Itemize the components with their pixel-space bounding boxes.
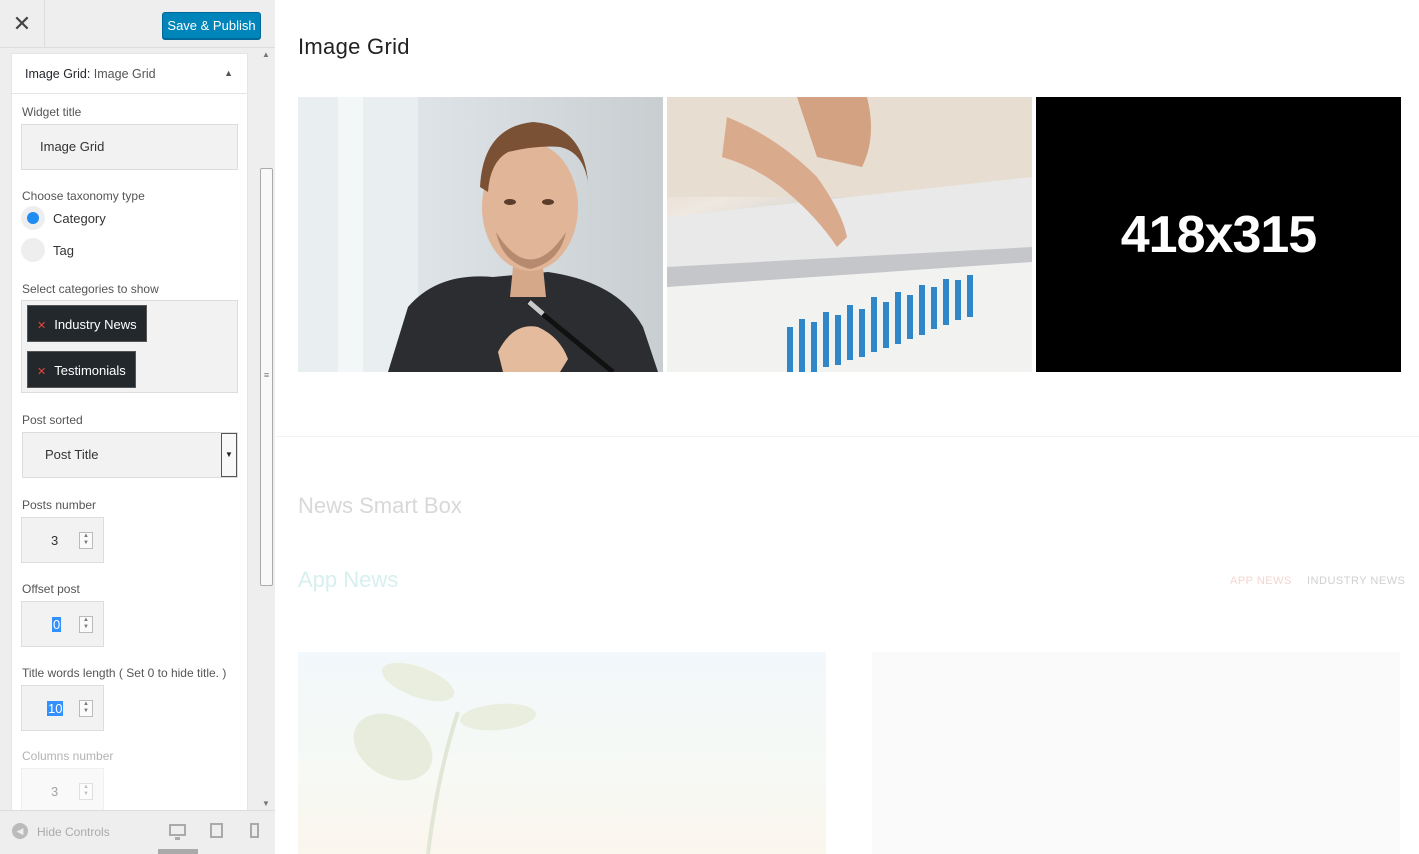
columns-label: Columns number [22,749,114,763]
radio-category-label[interactable]: Category [53,211,106,226]
section-divider [276,436,1419,437]
category-chip: ✕ Testimonials [27,351,136,388]
scroll-down-icon[interactable]: ▼ [262,799,270,808]
grip-icon: ≡ [263,370,270,380]
widget-header[interactable]: Image Grid: Image Grid ▲ [12,54,247,94]
title-words-value: 10 [47,701,64,716]
businessman-illustration [298,97,658,372]
customizer-sidebar: ✕ Save & Publish Image Grid: Image Grid … [0,0,275,854]
number-spinner[interactable]: ▲ ▼ [79,532,93,549]
categories-multiselect[interactable]: ✕ Industry News ✕ Testimonials [21,300,238,393]
title-words-input[interactable]: 10 ▲ ▼ [21,685,104,731]
scroll-up-icon[interactable]: ▲ [262,50,270,59]
save-publish-button[interactable]: Save & Publish [162,12,261,39]
widget-panel: Image Grid: Image Grid ▲ Widget title Im… [11,53,248,810]
app-news-heading: App News [298,567,399,592]
news-image-placeholder[interactable] [872,652,1400,854]
posts-number-value: 3 [51,533,59,548]
number-spinner[interactable]: ▲ ▼ [79,616,93,633]
remove-icon[interactable]: ✕ [37,320,46,332]
hide-controls-label[interactable]: Hide Controls [37,825,110,839]
posts-number-input[interactable]: 3 ▲ ▼ [21,517,104,563]
offset-value: 0 [52,617,62,632]
sort-value: Post Title [45,447,99,462]
grid-image-businessman[interactable] [298,97,663,372]
widget-name-label: Image Grid [90,67,156,81]
collapse-arrow-icon[interactable]: ▲ [224,68,233,78]
columns-input[interactable]: 3 ▲ ▼ [21,768,104,810]
smart-box-heading: News Smart Box [298,493,462,518]
number-spinner[interactable]: ▲ ▼ [79,700,93,717]
offset-label: Offset post [22,582,80,596]
grid-image-placeholder[interactable]: 418x315 [1036,97,1401,372]
taxonomy-label: Choose taxonomy type [22,189,145,203]
radio-category[interactable] [21,206,45,230]
widget-title-input[interactable]: Image Grid [21,124,238,170]
active-device-indicator [158,849,198,854]
controls-scroll-area: Image Grid: Image Grid ▲ Widget title Im… [0,48,258,810]
tab-app-news[interactable]: APP NEWS [1230,575,1292,587]
scrollbar-thumb[interactable]: ≡ [260,168,273,586]
desktop-icon[interactable] [169,824,186,840]
tablet-chart-illustration [667,97,1032,372]
category-chip: ✕ Industry News [27,305,147,342]
widget-title-label: Widget title [22,105,82,119]
customizer-footer: ◀ Hide Controls [0,810,275,854]
category-chip-label: Industry News [54,317,137,332]
tablet-icon[interactable] [210,823,223,838]
tab-industry-news[interactable]: INDUSTRY NEWS [1307,575,1405,587]
image-grid-heading: Image Grid [298,34,410,59]
remove-icon[interactable]: ✕ [37,366,46,378]
posts-number-label: Posts number [22,498,97,512]
offset-input[interactable]: 0 ▲ ▼ [21,601,104,647]
number-spinner[interactable]: ▲ ▼ [79,783,93,800]
sort-select[interactable]: Post Title ▼ [22,432,238,478]
sort-label: Post sorted [22,413,83,427]
dropdown-arrow-icon[interactable]: ▼ [221,433,237,477]
news-image-plant[interactable] [298,652,826,854]
placeholder-size-text: 418x315 [1120,205,1317,264]
radio-tag[interactable] [21,238,45,262]
plant-illustration [353,662,536,854]
categories-label: Select categories to show [22,282,159,296]
site-preview: Image Grid 418x315 News Smart Box App Ne… [276,0,1419,854]
title-words-label: Title words length ( Set 0 to hide title… [22,666,227,680]
scrollbar[interactable]: ▲ ≡ ▼ [258,48,275,810]
category-chip-label: Testimonials [54,363,126,378]
columns-value: 3 [51,784,59,799]
widget-type-label: Image Grid: [25,67,91,81]
widget-title: Image Grid: Image Grid [25,67,156,81]
customizer-header: ✕ Save & Publish [0,0,275,48]
radio-tag-label[interactable]: Tag [53,243,74,258]
hide-controls-icon[interactable]: ◀ [12,823,28,839]
grid-image-tablet-chart[interactable] [667,97,1032,372]
close-icon[interactable]: ✕ [0,0,45,48]
mobile-icon[interactable] [250,823,259,838]
